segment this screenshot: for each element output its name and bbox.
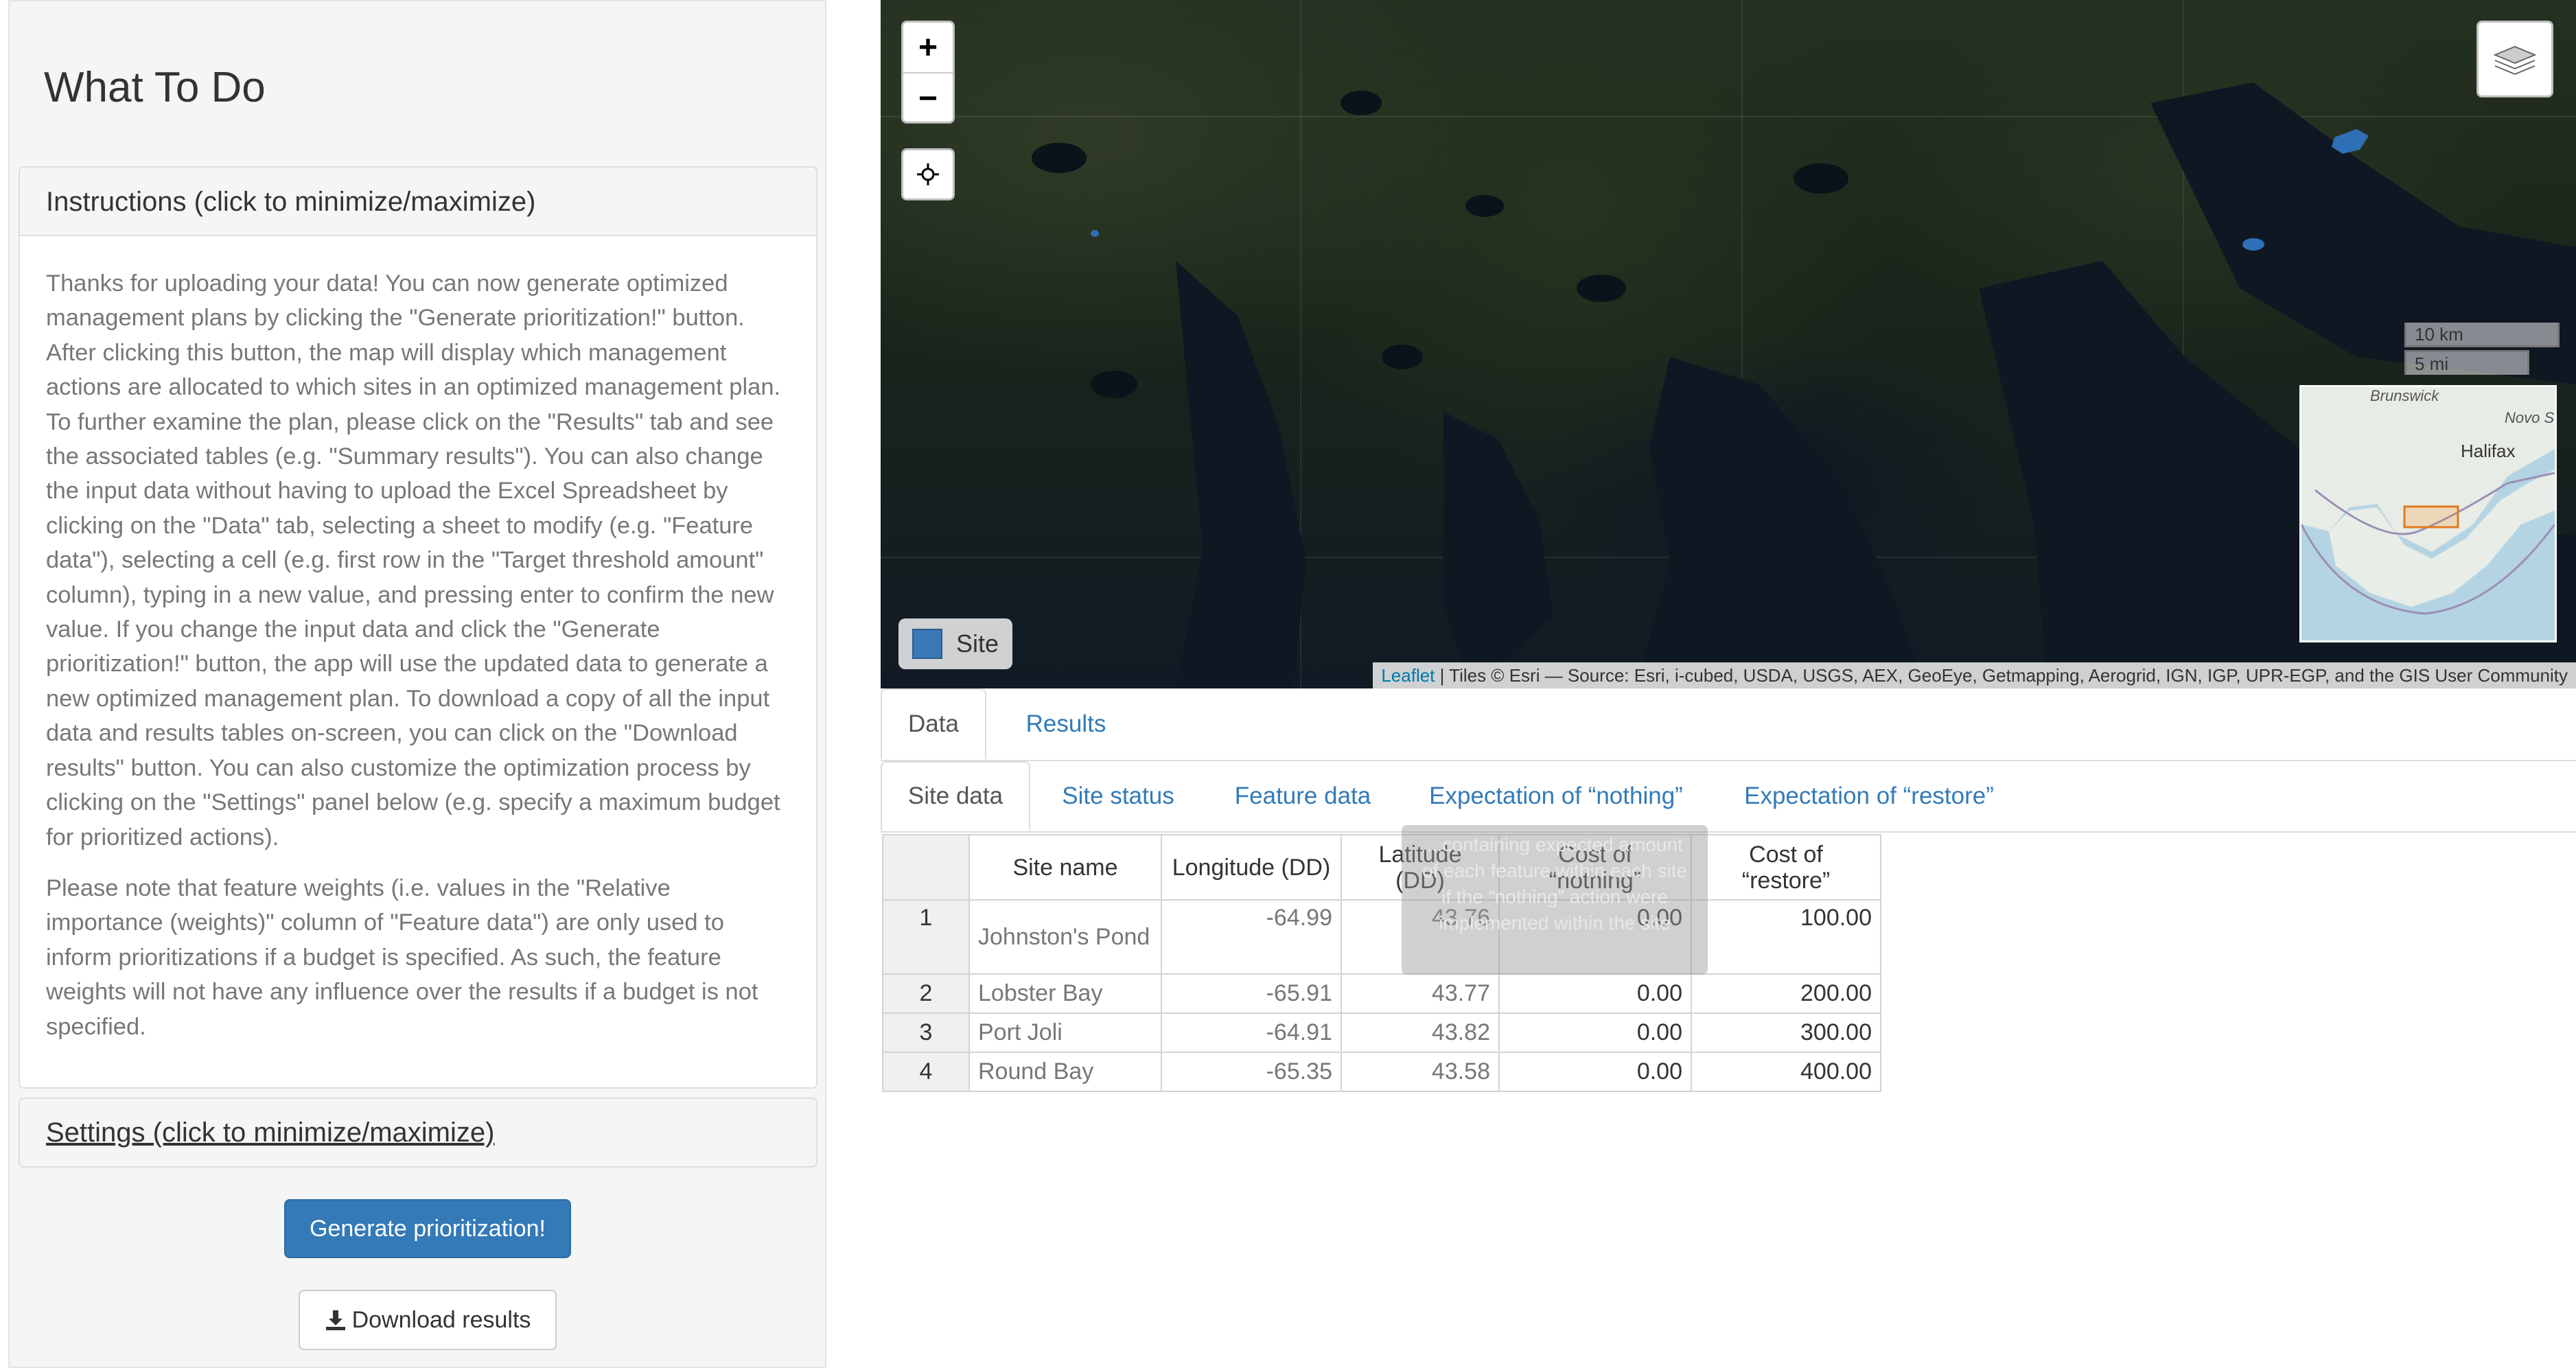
settings-panel-header[interactable]: Settings (click to minimize/maximize) bbox=[20, 1099, 816, 1166]
header-cost-restore[interactable]: Cost of “restore” bbox=[1691, 834, 1881, 901]
map-legend: Site bbox=[898, 618, 1012, 669]
table-row: 2 Lobster Bay -65.91 43.77 0.00 200.00 bbox=[882, 973, 1881, 1014]
cell-latitude[interactable]: 43.77 bbox=[1341, 973, 1500, 1014]
cell-site-name[interactable]: Port Joli bbox=[968, 1012, 1162, 1053]
locate-button[interactable] bbox=[901, 148, 955, 200]
table-row: 4 Round Bay -65.35 43.58 0.00 400.00 bbox=[882, 1052, 1881, 1092]
tab-feature-data[interactable]: Feature data bbox=[1206, 761, 1400, 831]
row-number: 4 bbox=[882, 1052, 970, 1092]
cell-latitude[interactable]: 43.82 bbox=[1341, 1012, 1500, 1053]
zoom-out-button[interactable]: − bbox=[903, 73, 953, 123]
row-number: 1 bbox=[882, 899, 970, 975]
generate-prioritization-label: Generate prioritization! bbox=[310, 1215, 546, 1242]
zoom-control: + − bbox=[901, 21, 955, 124]
tab-data[interactable]: Data bbox=[881, 688, 986, 760]
minimap-label-halifax: Halifax bbox=[2461, 441, 2516, 461]
cell-cost-restore[interactable]: 400.00 bbox=[1691, 1052, 1881, 1092]
sidebar-panel: What To Do Instructions (click to minimi… bbox=[8, 0, 826, 1368]
tab-expectation-restore[interactable]: Expectation of “restore” bbox=[1713, 761, 2026, 831]
layers-button[interactable] bbox=[2476, 21, 2553, 97]
tab-site-status[interactable]: Site status bbox=[1030, 761, 1206, 831]
cell-longitude[interactable]: -65.91 bbox=[1161, 973, 1342, 1014]
tab-results[interactable]: Results bbox=[986, 688, 1146, 760]
cell-site-name[interactable]: Lobster Bay bbox=[968, 973, 1162, 1014]
table-header-row: Site name Longitude (DD) Latitude (DD) C… bbox=[882, 834, 1881, 901]
scale-mi: 5 mi bbox=[2404, 350, 2529, 375]
header-longitude[interactable]: Longitude (DD) bbox=[1161, 834, 1342, 901]
row-number-header bbox=[882, 834, 970, 901]
settings-panel: Settings (click to minimize/maximize) bbox=[19, 1098, 817, 1168]
map-view[interactable]: + − 10 km 5 mi Brunswick Novo S Halifax … bbox=[881, 0, 2576, 688]
layers-icon bbox=[2492, 38, 2538, 80]
main-tabs: Data Results bbox=[881, 688, 2576, 761]
cell-cost-restore[interactable]: 300.00 bbox=[1691, 1012, 1881, 1053]
minimap-label-brunswick: Brunswick bbox=[2370, 387, 2439, 404]
zoom-in-button[interactable]: + bbox=[903, 23, 953, 73]
cell-longitude[interactable]: -64.91 bbox=[1161, 1012, 1342, 1053]
leaflet-link[interactable]: Leaflet bbox=[1381, 665, 1435, 686]
cell-cost-restore[interactable]: 100.00 bbox=[1691, 899, 1881, 975]
row-number: 3 bbox=[882, 1012, 970, 1053]
cell-longitude[interactable]: -64.99 bbox=[1161, 899, 1342, 975]
header-tooltip: ...containing expected amount of each fe… bbox=[1402, 825, 1708, 975]
data-sheet-tabs: Site data Site status Feature data Expec… bbox=[881, 761, 2576, 833]
cell-cost-nothing[interactable]: 0.00 bbox=[1498, 1052, 1692, 1092]
page-title: What To Do bbox=[44, 64, 266, 111]
cell-site-name[interactable]: Johnston's Pond bbox=[968, 899, 1162, 975]
download-icon bbox=[325, 1309, 347, 1331]
minimap[interactable]: Brunswick Novo S Halifax bbox=[2299, 385, 2557, 642]
map-attribution: Leaflet | Tiles © Esri — Source: Esri, i… bbox=[1373, 662, 2576, 688]
instructions-panel: Instructions (click to minimize/maximize… bbox=[19, 166, 817, 1089]
cell-cost-nothing[interactable]: 0.00 bbox=[1498, 973, 1692, 1014]
site-data-table: Site name Longitude (DD) Latitude (DD) C… bbox=[882, 834, 1881, 1092]
generate-prioritization-button[interactable]: Generate prioritization! bbox=[284, 1199, 571, 1258]
minimap-label-novo: Novo S bbox=[2505, 409, 2555, 426]
header-site-name[interactable]: Site name bbox=[968, 834, 1162, 901]
download-results-label: Download results bbox=[351, 1306, 531, 1333]
cell-cost-restore[interactable]: 200.00 bbox=[1691, 973, 1881, 1014]
attribution-text: | Tiles © Esri — Source: Esri, i-cubed, … bbox=[1435, 665, 2568, 686]
crosshair-icon bbox=[916, 162, 940, 187]
instructions-body: Thanks for uploading your data! You can … bbox=[20, 236, 816, 1081]
download-results-button[interactable]: Download results bbox=[299, 1290, 557, 1350]
cell-cost-nothing[interactable]: 0.00 bbox=[1498, 1012, 1692, 1053]
tab-expectation-nothing[interactable]: Expectation of “nothing” bbox=[1400, 761, 1713, 831]
legend-label: Site bbox=[956, 629, 999, 658]
tab-site-data[interactable]: Site data bbox=[881, 761, 1030, 831]
instructions-paragraph-1: Thanks for uploading your data! You can … bbox=[46, 270, 781, 850]
instructions-paragraph-2: Please note that feature weights (i.e. v… bbox=[46, 874, 758, 1040]
row-number: 2 bbox=[882, 973, 970, 1014]
cell-site-name[interactable]: Round Bay bbox=[968, 1052, 1162, 1092]
table-row: 1 Johnston's Pond -64.99 43.76 0.00 100.… bbox=[882, 899, 1881, 975]
cell-longitude[interactable]: -65.35 bbox=[1161, 1052, 1342, 1092]
cell-latitude[interactable]: 43.58 bbox=[1341, 1052, 1500, 1092]
table-row: 3 Port Joli -64.91 43.82 0.00 300.00 bbox=[882, 1012, 1881, 1053]
instructions-panel-header[interactable]: Instructions (click to minimize/maximize… bbox=[20, 167, 816, 236]
legend-swatch bbox=[912, 629, 942, 659]
scale-km: 10 km bbox=[2404, 323, 2560, 347]
